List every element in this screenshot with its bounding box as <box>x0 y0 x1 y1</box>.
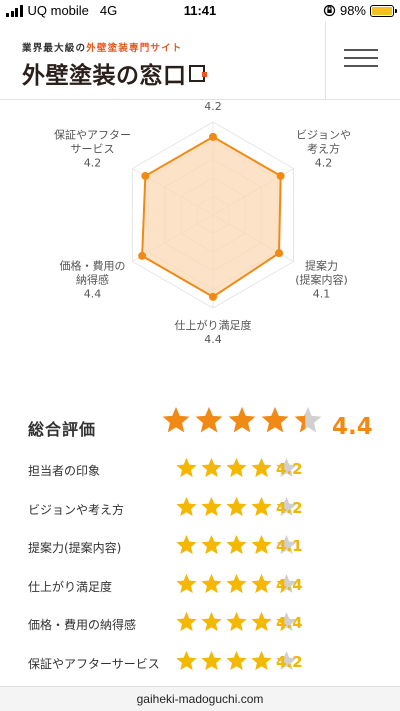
radar-data-point <box>275 249 284 258</box>
radar-axis-label: ビジョンや <box>296 129 351 142</box>
radar-axis-label: 仕上がり満足度 <box>175 318 252 332</box>
star-fill <box>226 535 247 554</box>
star-fill <box>176 496 197 516</box>
star-fill <box>228 407 256 433</box>
rating-row: 仕上がり満足度 4.4 <box>28 571 378 601</box>
radar-axis-value: 4.2 <box>315 157 333 170</box>
radar-axis-label: サービス <box>70 143 114 156</box>
url-footer: gaiheki-madoguchi.com <box>0 686 400 711</box>
star-fill <box>251 612 272 631</box>
star-fill <box>226 496 247 516</box>
star-fill <box>261 407 289 433</box>
radar-axis-label: (提案内容) <box>295 273 348 287</box>
star-fill <box>176 650 197 670</box>
radar-data-area <box>141 135 282 299</box>
radar-axis-label: 価格・費用の <box>59 259 125 273</box>
rating-row: ビジョンや考え方 4.2 <box>28 494 378 524</box>
overall-rating: 総合評価 4.4 <box>28 406 378 446</box>
rating-score: 4.2 <box>276 498 303 517</box>
hamburger-menu-icon[interactable] <box>344 49 378 71</box>
radar-axis-value: 4.2 <box>84 157 102 170</box>
star-fill <box>251 458 272 477</box>
status-bar: UQ mobile 4G 11:41 98% <box>0 0 400 22</box>
radar-axis-label: 保証やアフター <box>54 128 131 142</box>
star-fill <box>195 407 223 433</box>
rating-row: 提案力(提案内容) 4.1 <box>28 532 378 562</box>
orientation-lock-icon <box>323 4 336 17</box>
battery-icon <box>370 4 397 17</box>
radar-svg: 担当者の印象4.2ビジョンや考え方4.2提案力(提案内容)4.1仕上がり満足度4… <box>54 85 351 346</box>
star-fill <box>162 407 190 433</box>
radar-axis-value: 4.1 <box>313 288 331 301</box>
star-fill <box>226 573 247 593</box>
star-fill <box>201 650 222 670</box>
star-rating-icon <box>162 407 322 433</box>
logo-wordmark: 外壁塗装の窓口 <box>22 56 207 90</box>
rating-score: 4.4 <box>276 614 303 632</box>
rating-row: 担当者の印象 4.2 <box>28 455 378 485</box>
star-fill <box>176 612 197 631</box>
rating-row: 価格・費用の納得感 4.4 <box>28 609 378 639</box>
star-fill <box>201 573 222 593</box>
radar-axis-value: 4.4 <box>84 288 102 301</box>
rating-label: 提案力(提案内容) <box>28 541 122 555</box>
rating-label: 価格・費用の納得感 <box>28 618 137 632</box>
rating-row: 保証やアフターサービス 4.2 <box>28 648 378 678</box>
star-fill <box>201 535 222 554</box>
radar-data-point <box>276 171 285 180</box>
overall-score: 4.4 <box>332 414 373 440</box>
radar-axis-value: 4.4 <box>204 333 222 346</box>
header-divider <box>325 22 326 100</box>
radar-data-point <box>209 132 217 141</box>
star-fill <box>226 650 247 670</box>
star-fill <box>226 458 247 477</box>
star-fill <box>251 496 272 516</box>
radar-axis-label: 提案力 <box>305 259 338 273</box>
rating-label: 保証やアフターサービス <box>28 656 160 671</box>
rating-score: 4.2 <box>276 460 303 478</box>
site-url: gaiheki-madoguchi.com <box>136 692 264 706</box>
logo-text: 外壁塗装の窓口 <box>22 62 187 89</box>
star-fill <box>201 458 222 477</box>
star-fill <box>251 535 272 554</box>
site-logo[interactable]: 業界最大級の外壁塗装専門サイト 外壁塗装の窓口 <box>22 40 207 90</box>
star-fill <box>201 496 222 516</box>
rating-label: ビジョンや考え方 <box>28 502 125 517</box>
battery-percent: 98% <box>339 3 366 18</box>
radar-axis-value: 4.2 <box>204 100 222 113</box>
radar-data-point <box>209 292 217 301</box>
overall-label: 総合評価 <box>28 420 97 439</box>
radar-axis-label: 考え方 <box>307 142 340 156</box>
radar-data-point <box>141 171 150 180</box>
rating-score: 4.4 <box>276 575 303 594</box>
site-header: 業界最大級の外壁塗装専門サイト 外壁塗装の窓口 <box>0 22 400 100</box>
rating-score: 4.1 <box>276 537 303 555</box>
logo-tagline: 業界最大級の外壁塗装専門サイト <box>22 43 183 54</box>
star-fill <box>176 573 197 593</box>
star-fill <box>176 458 197 477</box>
rating-score: 4.2 <box>276 652 303 671</box>
rating-label: 担当者の印象 <box>28 464 101 478</box>
logo-window-icon <box>188 64 207 82</box>
star-fill <box>176 535 197 554</box>
overall-stars <box>162 406 322 438</box>
radar-data-point <box>138 251 147 260</box>
rating-label: 仕上がり満足度 <box>28 579 113 594</box>
rating-radar-chart: 担当者の印象4.2ビジョンや考え方4.2提案力(提案内容)4.1仕上がり満足度4… <box>0 85 400 390</box>
star-fill <box>251 650 272 670</box>
star-fill <box>201 612 222 631</box>
status-right: 98% <box>323 3 397 18</box>
star-fill <box>226 612 247 631</box>
star-fill <box>251 573 272 593</box>
radar-axis-label: 納得感 <box>76 274 109 287</box>
